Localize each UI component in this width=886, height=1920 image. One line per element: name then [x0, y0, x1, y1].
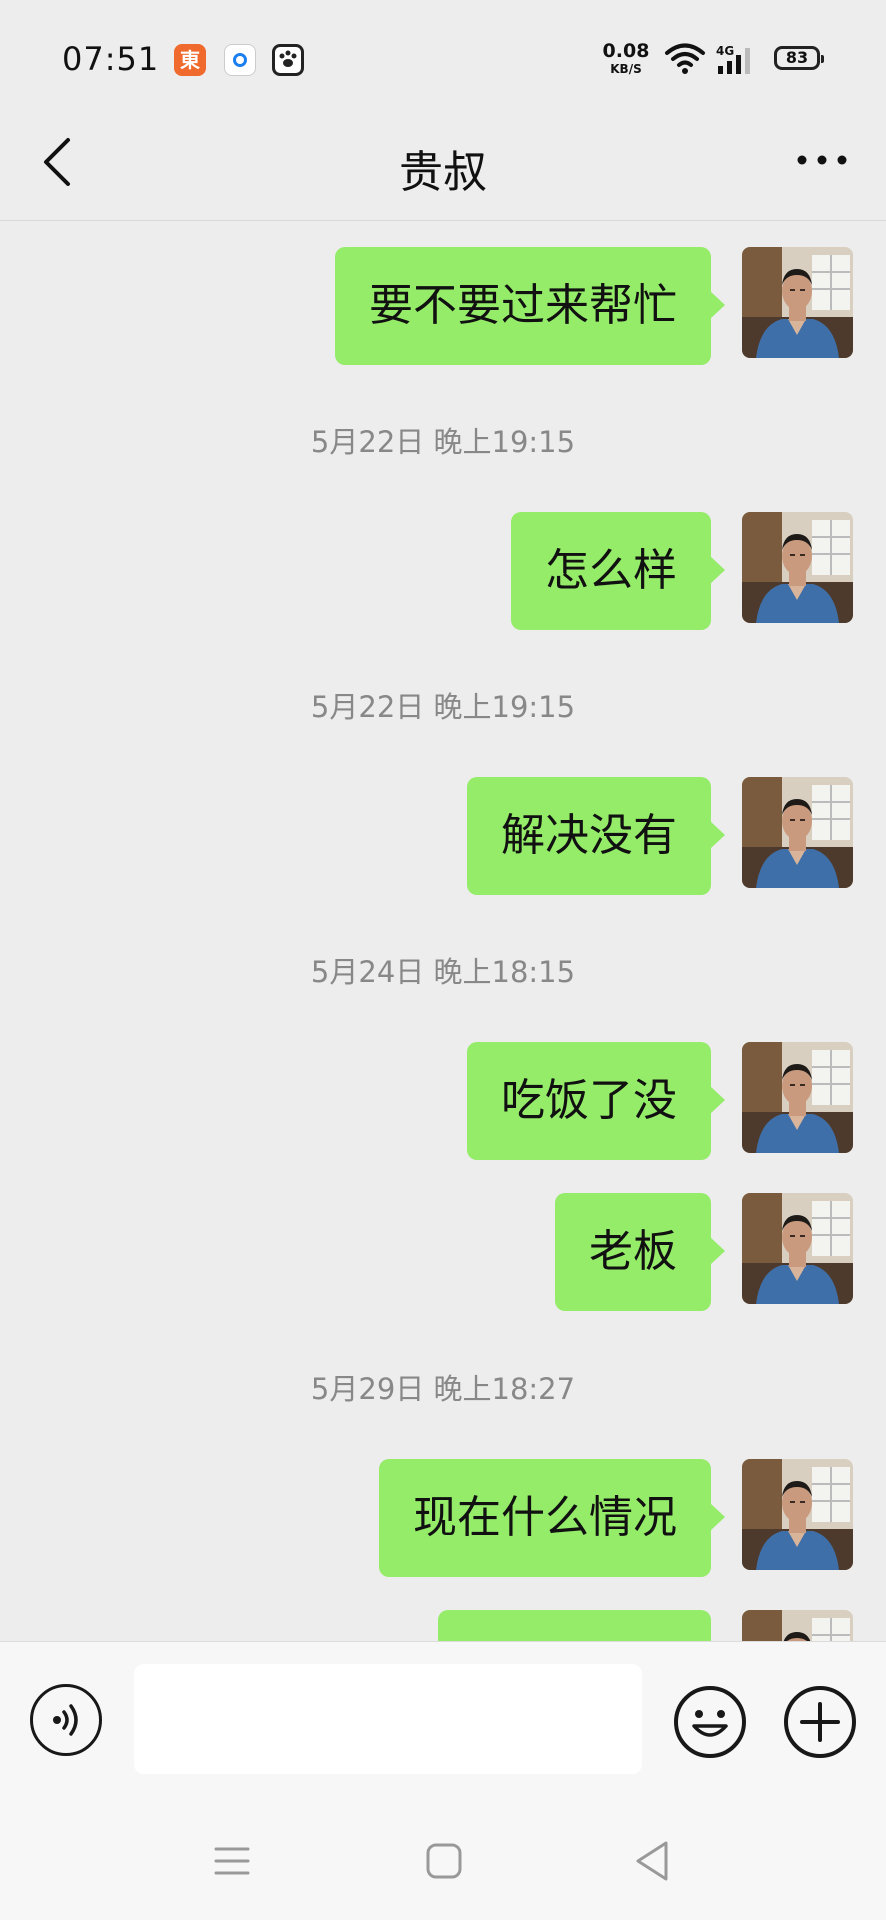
sent-message-bubble[interactable]: [438, 1610, 711, 1641]
sent-message-bubble[interactable]: 怎么样: [511, 512, 725, 630]
app-notification-icon: 東: [174, 44, 206, 76]
message-input[interactable]: [134, 1664, 642, 1774]
paw-notification-icon: [272, 44, 304, 76]
message-timestamp: 5月29日 晚上18:27: [310, 1372, 576, 1406]
voice-icon[interactable]: [30, 1684, 102, 1756]
sent-message-bubble[interactable]: 老板: [555, 1193, 725, 1311]
browser-notification-icon: [224, 44, 256, 76]
message-timestamp: 5月22日 晚上19:15: [310, 690, 576, 724]
wifi-icon: [664, 42, 706, 80]
avatar[interactable]: [742, 1459, 853, 1570]
network-speed: 0.08 KB/S: [602, 40, 650, 76]
message-timestamp: 5月24日 晚上18:15: [310, 955, 576, 989]
status-bar: 07:51 東 0.08 KB/S 4G 83: [0, 0, 886, 110]
system-nav-bar: [0, 1801, 886, 1920]
nav-home-icon[interactable]: [424, 1841, 464, 1881]
status-time: 07:51: [62, 40, 160, 78]
network-speed-unit: KB/S: [610, 62, 642, 76]
avatar[interactable]: [742, 247, 853, 358]
chat-header: 贵叔: [0, 110, 886, 221]
message-list[interactable]: 要不要过来帮忙 5月22日 晚上19:15 怎么样 5月22日 晚上19:15 …: [0, 221, 886, 1641]
message-row: 吃饭了没: [0, 1042, 886, 1162]
plus-icon[interactable]: [782, 1684, 858, 1760]
sent-message-bubble[interactable]: 要不要过来帮忙: [335, 247, 725, 365]
signal-icon: 4G: [716, 44, 760, 80]
avatar[interactable]: [742, 1610, 853, 1641]
avatar[interactable]: [742, 777, 853, 888]
avatar[interactable]: [742, 512, 853, 623]
sent-message-bubble[interactable]: 吃饭了没: [467, 1042, 725, 1160]
avatar[interactable]: [742, 1042, 853, 1153]
network-speed-value: 0.08: [602, 40, 650, 62]
network-type: 4G: [716, 44, 734, 58]
nav-back-icon[interactable]: [632, 1839, 672, 1883]
sent-message-bubble[interactable]: 现在什么情况: [379, 1459, 725, 1577]
chat-title: 贵叔: [399, 147, 487, 198]
sent-message-bubble[interactable]: 解决没有: [467, 777, 725, 895]
message-row: 怎么样: [0, 512, 886, 632]
input-bar: [0, 1641, 886, 1802]
more-icon[interactable]: [792, 140, 852, 180]
battery-icon: 83: [774, 46, 824, 70]
nav-menu-icon[interactable]: [212, 1841, 252, 1881]
message-row: [0, 1610, 886, 1641]
message-row: 解决没有: [0, 777, 886, 897]
message-row: 要不要过来帮忙: [0, 247, 886, 367]
avatar[interactable]: [742, 1193, 853, 1304]
message-row: 老板: [0, 1193, 886, 1313]
message-row: 现在什么情况: [0, 1459, 886, 1579]
message-timestamp: 5月22日 晚上19:15: [310, 425, 576, 459]
emoji-icon[interactable]: [672, 1684, 748, 1760]
